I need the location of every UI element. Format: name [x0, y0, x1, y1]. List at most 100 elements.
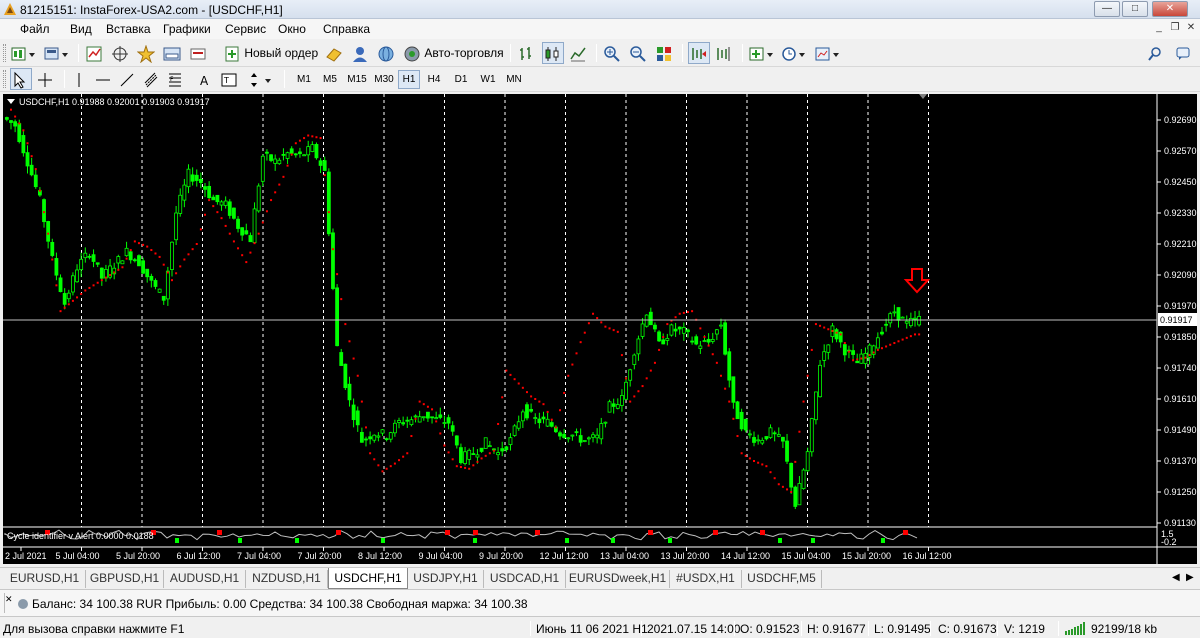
candle-body — [529, 408, 534, 412]
tab-usdx-h1[interactable]: #USDX,H1 — [670, 570, 742, 588]
templates-button[interactable] — [814, 42, 842, 64]
autoscroll-button[interactable] — [688, 42, 710, 64]
crosshair-tool-button[interactable] — [36, 68, 58, 90]
autotrading-button[interactable]: Авто-торговля — [402, 42, 504, 64]
maximize-button[interactable]: □ — [1122, 1, 1148, 17]
mdi-minimize-icon[interactable]: _ — [1152, 22, 1166, 35]
trendline-button[interactable] — [118, 68, 140, 90]
sar-dot — [303, 137, 306, 140]
navigator-button[interactable] — [136, 42, 158, 64]
timeframe-h4[interactable]: H4 — [422, 70, 446, 89]
arrows-button[interactable] — [246, 68, 276, 90]
new-order-button[interactable]: Новый ордер — [224, 42, 320, 64]
text-label-button[interactable]: T — [220, 68, 242, 90]
candle-body — [322, 160, 327, 171]
menu-help[interactable]: Справка — [323, 22, 370, 36]
price-chart[interactable]: USDCHF,H1 0.91988 0.92001 0.91903 0.9191… — [3, 94, 1197, 564]
menu-charts[interactable]: Графики — [163, 22, 211, 36]
mdi-restore-icon[interactable]: ❐ — [1168, 22, 1182, 35]
candle-body — [265, 151, 269, 154]
timeframe-m15[interactable]: M15 — [344, 70, 370, 89]
sar-dot — [125, 257, 128, 260]
candlestick-button[interactable] — [542, 42, 564, 64]
menu-view[interactable]: Вид — [70, 22, 92, 36]
minimize-button[interactable]: — — [1094, 1, 1120, 17]
mdi-close-icon[interactable]: ✕ — [1184, 22, 1198, 35]
crosshair-icon — [38, 72, 52, 87]
timeframe-m30[interactable]: M30 — [371, 70, 397, 89]
sar-dot — [360, 400, 363, 403]
market-watch-button[interactable] — [84, 42, 106, 64]
sar-dot — [166, 271, 169, 274]
search-button[interactable] — [1146, 42, 1166, 64]
close-button[interactable]: ✕ — [1152, 1, 1188, 17]
timeframe-w1[interactable]: W1 — [476, 70, 500, 89]
toolbar-separator — [596, 44, 597, 62]
timeframe-h1[interactable]: H1 — [398, 70, 420, 89]
candle-body — [508, 437, 513, 445]
periods-button[interactable] — [780, 42, 808, 64]
sar-dot — [117, 268, 120, 271]
market-button[interactable] — [376, 42, 398, 64]
candle-body — [13, 121, 18, 127]
status-profile[interactable]: Июнь 11 06 2021 H1 — [536, 622, 648, 636]
timeframe-m5[interactable]: M5 — [318, 70, 342, 89]
expert-editor-button[interactable] — [324, 42, 346, 64]
tab-nzdusd-h1[interactable]: NZDUSD,H1 — [246, 570, 328, 588]
sar-dot — [43, 211, 46, 214]
candle-body — [392, 422, 397, 434]
timeframe-m1[interactable]: M1 — [292, 70, 316, 89]
tab-audusd-h1[interactable]: AUDUSD,H1 — [164, 570, 246, 588]
bar-chart-icon — [520, 46, 531, 60]
connection-bars-icon[interactable] — [1065, 622, 1087, 635]
tab-usdcad-h1[interactable]: USDCAD,H1 — [484, 570, 566, 588]
new-chart-button[interactable] — [10, 42, 38, 64]
candle-body — [669, 324, 674, 336]
tab-eurusd-h1[interactable]: EURUSD,H1 — [4, 570, 86, 588]
candle-body — [776, 434, 781, 437]
tabs-scroll-right-icon[interactable]: ▶ — [1186, 572, 1194, 583]
terminal-close-icon[interactable]: ✕ — [4, 593, 14, 613]
timeframe-mn[interactable]: MN — [502, 70, 526, 89]
tab-usdchf-h1[interactable]: USDCHF,H1 — [328, 568, 408, 589]
text-tool-button[interactable]: A — [196, 68, 218, 90]
horizontal-line-button[interactable] — [94, 68, 116, 90]
candle-body — [702, 340, 707, 342]
sar-dot — [154, 252, 157, 255]
tile-windows-button[interactable] — [654, 42, 676, 64]
tab-usdchf-m5[interactable]: USDCHF,M5 — [742, 570, 822, 588]
candle-body — [785, 440, 789, 462]
toolbar-grip[interactable] — [3, 44, 6, 62]
profiles-button[interactable] — [43, 42, 71, 64]
bar-chart-button[interactable] — [516, 42, 538, 64]
candle-body — [252, 208, 257, 244]
zoom-in-button[interactable] — [602, 42, 624, 64]
channel-button[interactable] — [142, 68, 164, 90]
candle-body — [888, 313, 893, 324]
chat-button[interactable] — [1174, 42, 1194, 64]
tab-gbpusd-h1[interactable]: GBPUSD,H1 — [86, 570, 164, 588]
tab-eurusdweek-h1[interactable]: EURUSDweek,H1 — [566, 570, 670, 588]
menu-window[interactable]: Окно — [278, 22, 306, 36]
candle-body — [504, 446, 509, 451]
data-window-button[interactable] — [110, 42, 132, 64]
fibonacci-button[interactable]: F — [166, 68, 188, 90]
strategy-tester-button[interactable] — [188, 42, 210, 64]
toolbar-separator — [284, 70, 285, 88]
cursor-tool-button[interactable] — [10, 68, 32, 90]
vertical-line-button[interactable] — [70, 68, 92, 90]
sar-dot — [315, 136, 318, 139]
terminal-button[interactable] — [162, 42, 184, 64]
indicators-button[interactable] — [748, 42, 776, 64]
chart-shift-button[interactable] — [714, 42, 736, 64]
timeframe-d1[interactable]: D1 — [449, 70, 473, 89]
toolbar-grip[interactable] — [3, 70, 6, 88]
signals-button[interactable] — [350, 42, 372, 64]
menu-tools[interactable]: Сервис — [225, 22, 266, 36]
menu-file[interactable]: Файл — [20, 22, 50, 36]
menu-insert[interactable]: Вставка — [106, 22, 151, 36]
line-chart-button[interactable] — [568, 42, 590, 64]
tab-usdjpy-h1[interactable]: USDJPY,H1 — [408, 570, 484, 588]
tabs-scroll-left-icon[interactable]: ◀ — [1172, 572, 1180, 583]
zoom-out-button[interactable] — [628, 42, 650, 64]
